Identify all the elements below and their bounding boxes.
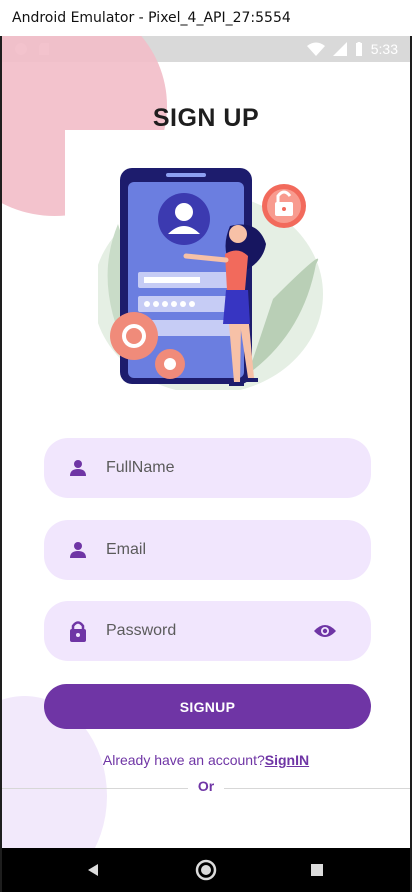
or-divider: Or [2, 778, 410, 796]
signin-link[interactable]: SignIN [265, 752, 309, 768]
or-text: Or [187, 778, 225, 794]
signup-button[interactable]: SIGNUP [44, 684, 371, 729]
already-account-row: Already have an account?SignIN [2, 752, 410, 768]
recents-icon[interactable] [310, 863, 324, 877]
fullname-placeholder: FullName [106, 459, 175, 476]
fullname-field[interactable]: FullName [44, 438, 371, 498]
password-placeholder: Password [106, 622, 177, 639]
signup-illustration [98, 168, 323, 390]
password-field[interactable]: Password [44, 601, 371, 661]
back-icon[interactable] [86, 863, 100, 877]
page-title: SIGN UP [152, 104, 260, 132]
already-account-text: Already have an account? [102, 752, 265, 768]
person-icon [68, 458, 88, 478]
navigation-bar [2, 848, 410, 892]
home-icon[interactable] [195, 859, 217, 881]
eye-icon[interactable] [313, 621, 337, 641]
wifi-icon [306, 42, 325, 56]
lock-icon [68, 621, 88, 642]
window-title: Android Emulator - Pixel_4_API_27:5554 [12, 10, 291, 26]
person-icon [68, 540, 88, 560]
email-placeholder: Email [106, 541, 147, 558]
email-field[interactable]: Email [44, 520, 371, 580]
phone-screen: 5:33 SIGN UP FullName Email Password SIG… [2, 36, 410, 848]
battery-icon [355, 42, 362, 56]
status-time: 5:33 [370, 41, 398, 57]
signal-icon [332, 42, 347, 56]
window-titlebar: Android Emulator - Pixel_4_API_27:5554 [0, 0, 412, 36]
